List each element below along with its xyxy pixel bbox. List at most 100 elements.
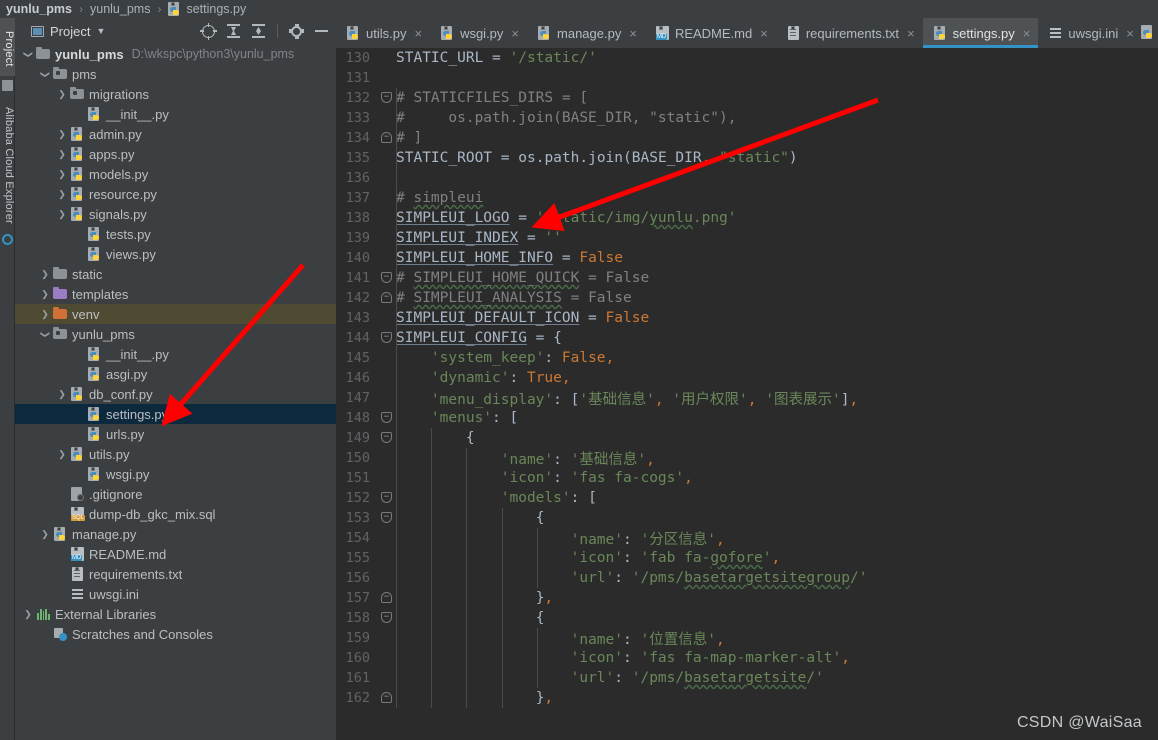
chevron-down-icon[interactable]: ❯ <box>40 67 51 81</box>
tree-item-migrations[interactable]: ❯ migrations <box>15 84 336 104</box>
tree-item--init-py[interactable]: __init__.py <box>15 104 336 124</box>
chevron-right-icon[interactable]: ❯ <box>55 169 69 180</box>
code-line[interactable]: 159 'name': '位置信息', <box>336 628 1158 648</box>
fold-gutter[interactable] <box>378 468 396 488</box>
tree-item-dump-db-gkc-mix-sql[interactable]: SQL dump-db_gkc_mix.sql <box>15 504 336 524</box>
fold-gutter[interactable]: − <box>378 428 396 448</box>
minus-icon[interactable] <box>315 30 328 32</box>
tree-item-readme-md[interactable]: MD README.md <box>15 544 336 564</box>
gear-icon[interactable] <box>289 23 304 39</box>
fold-gutter[interactable] <box>378 168 396 188</box>
fold-gutter[interactable] <box>378 368 396 388</box>
fold-gutter[interactable]: − <box>378 288 396 308</box>
editor-tab-uwsgi-ini[interactable]: uwsgi.ini × <box>1038 18 1141 48</box>
fold-gutter[interactable] <box>378 448 396 468</box>
close-icon[interactable]: × <box>1023 26 1031 41</box>
code-line[interactable]: 150 'name': '基础信息', <box>336 448 1158 468</box>
code-line[interactable]: 131 <box>336 68 1158 88</box>
fold-region-end-icon[interactable]: − <box>381 692 392 703</box>
tree-item-settings-py[interactable]: settings.py <box>15 404 336 424</box>
fold-gutter[interactable]: − <box>378 328 396 348</box>
collapse-all-icon[interactable] <box>252 24 265 38</box>
fold-region-start-icon[interactable]: − <box>381 512 392 523</box>
code-line[interactable]: 137 # simpleui <box>336 188 1158 208</box>
code-line[interactable]: 147 'menu_display': ['基础信息', '用户权限', '图表… <box>336 388 1158 408</box>
fold-gutter[interactable]: − <box>378 408 396 428</box>
breadcrumb-item-2[interactable]: yunlu_pms <box>88 2 152 16</box>
tree-item-yunlu-pms[interactable]: ❯ yunlu_pms D:\wkspc\python3\yunlu_pms <box>15 44 336 64</box>
close-icon[interactable]: × <box>629 26 637 41</box>
crosshair-icon[interactable] <box>200 22 217 40</box>
close-icon[interactable]: × <box>760 26 768 41</box>
fold-region-end-icon[interactable]: − <box>381 292 392 303</box>
breadcrumb-item-3[interactable]: settings.py <box>166 1 248 17</box>
fold-gutter[interactable] <box>378 108 396 128</box>
code-line[interactable]: 162− }, <box>336 688 1158 708</box>
code-editor[interactable]: 130 STATIC_URL = '/static/' 131 132− # STATI… <box>336 48 1158 740</box>
code-line[interactable]: 149− { <box>336 428 1158 448</box>
project-panel-title[interactable]: Project ▼ <box>15 24 105 39</box>
fold-gutter[interactable] <box>378 308 396 328</box>
fold-gutter[interactable]: − <box>378 588 396 608</box>
tree-item-urls-py[interactable]: urls.py <box>15 424 336 444</box>
code-line[interactable]: 155 'icon': 'fab fa-gofore', <box>336 548 1158 568</box>
code-line[interactable]: 153− { <box>336 508 1158 528</box>
code-line[interactable]: 135 STATIC_ROOT = os.path.join(BASE_DIR, … <box>336 148 1158 168</box>
fold-gutter[interactable] <box>378 228 396 248</box>
code-line[interactable]: 151 'icon': 'fas fa-cogs', <box>336 468 1158 488</box>
code-line[interactable]: 160 'icon': 'fas fa-map-marker-alt', <box>336 648 1158 668</box>
tree-item-external-libraries[interactable]: ❯ External Libraries <box>15 604 336 624</box>
code-line[interactable]: 130 STATIC_URL = '/static/' <box>336 48 1158 68</box>
editor-tab-manage-py[interactable]: manage.py × <box>527 18 645 48</box>
editor-tab-readme-md[interactable]: MD README.md × <box>645 18 776 48</box>
fold-gutter[interactable]: − <box>378 128 396 148</box>
code-line[interactable]: 161 'url': '/pms/basetargetsite/' <box>336 668 1158 688</box>
tree-item-templates[interactable]: ❯ templates <box>15 284 336 304</box>
fold-gutter[interactable] <box>378 568 396 588</box>
tree-item-manage-py[interactable]: ❯ manage.py <box>15 524 336 544</box>
editor-tab-wsgi-py[interactable]: wsgi.py × <box>430 18 527 48</box>
close-icon[interactable]: × <box>414 26 422 41</box>
fold-gutter[interactable] <box>378 188 396 208</box>
code-line[interactable]: 140 SIMPLEUI_HOME_INFO = False <box>336 248 1158 268</box>
tree-item-signals-py[interactable]: ❯ signals.py <box>15 204 336 224</box>
close-icon[interactable]: × <box>907 26 915 41</box>
fold-gutter[interactable]: − <box>378 488 396 508</box>
fold-gutter[interactable] <box>378 348 396 368</box>
code-line[interactable]: 138 SIMPLEUI_LOGO = '/static/img/yunlu.pn… <box>336 208 1158 228</box>
fold-gutter[interactable] <box>378 248 396 268</box>
tree-item-requirements-txt[interactable]: requirements.txt <box>15 564 336 584</box>
tree-item-models-py[interactable]: ❯ models.py <box>15 164 336 184</box>
code-line[interactable]: 146 'dynamic': True, <box>336 368 1158 388</box>
tree-item-wsgi-py[interactable]: wsgi.py <box>15 464 336 484</box>
code-line[interactable]: 142− # SIMPLEUI_ANALYSIS = False <box>336 288 1158 308</box>
fold-gutter[interactable] <box>378 648 396 668</box>
code-line[interactable]: 143 SIMPLEUI_DEFAULT_ICON = False <box>336 308 1158 328</box>
editor-tab-settings-py[interactable]: settings.py × <box>922 18 1039 48</box>
fold-region-start-icon[interactable]: − <box>381 612 392 623</box>
tree-item-admin-py[interactable]: ❯ admin.py <box>15 124 336 144</box>
code-line[interactable]: 145 'system_keep': False, <box>336 348 1158 368</box>
fold-gutter[interactable] <box>378 628 396 648</box>
fold-gutter[interactable]: − <box>378 508 396 528</box>
fold-region-start-icon[interactable]: − <box>381 92 392 103</box>
project-file-tree[interactable]: ❯ yunlu_pms D:\wkspc\python3\yunlu_pms ❯ pms… <box>15 44 336 740</box>
editor-tab-bar[interactable]: utils.py × wsgi.py × manage.py × MD README.md × r… <box>336 18 1158 48</box>
sidebar-item-project[interactable]: Project <box>0 18 15 76</box>
chevron-right-icon[interactable]: ❯ <box>21 609 35 620</box>
fold-region-start-icon[interactable]: − <box>381 432 392 443</box>
fold-gutter[interactable] <box>378 668 396 688</box>
tree-item-tests-py[interactable]: tests.py <box>15 224 336 244</box>
code-line[interactable]: 136 <box>336 168 1158 188</box>
chevron-right-icon[interactable]: ❯ <box>55 129 69 140</box>
tree-item-yunlu-pms[interactable]: ❯ yunlu_pms <box>15 324 336 344</box>
fold-region-start-icon[interactable]: − <box>381 492 392 503</box>
tree-item-pms[interactable]: ❯ pms <box>15 64 336 84</box>
fold-region-start-icon[interactable]: − <box>381 332 392 343</box>
editor-tab-utils-py[interactable]: utils.py × <box>336 18 430 48</box>
chevron-right-icon[interactable]: ❯ <box>38 309 52 320</box>
fold-gutter[interactable] <box>378 48 396 68</box>
chevron-down-icon[interactable]: ❯ <box>23 47 34 61</box>
editor-tab-requirements-txt[interactable]: requirements.txt × <box>776 18 923 48</box>
chevron-right-icon[interactable]: ❯ <box>38 269 52 280</box>
